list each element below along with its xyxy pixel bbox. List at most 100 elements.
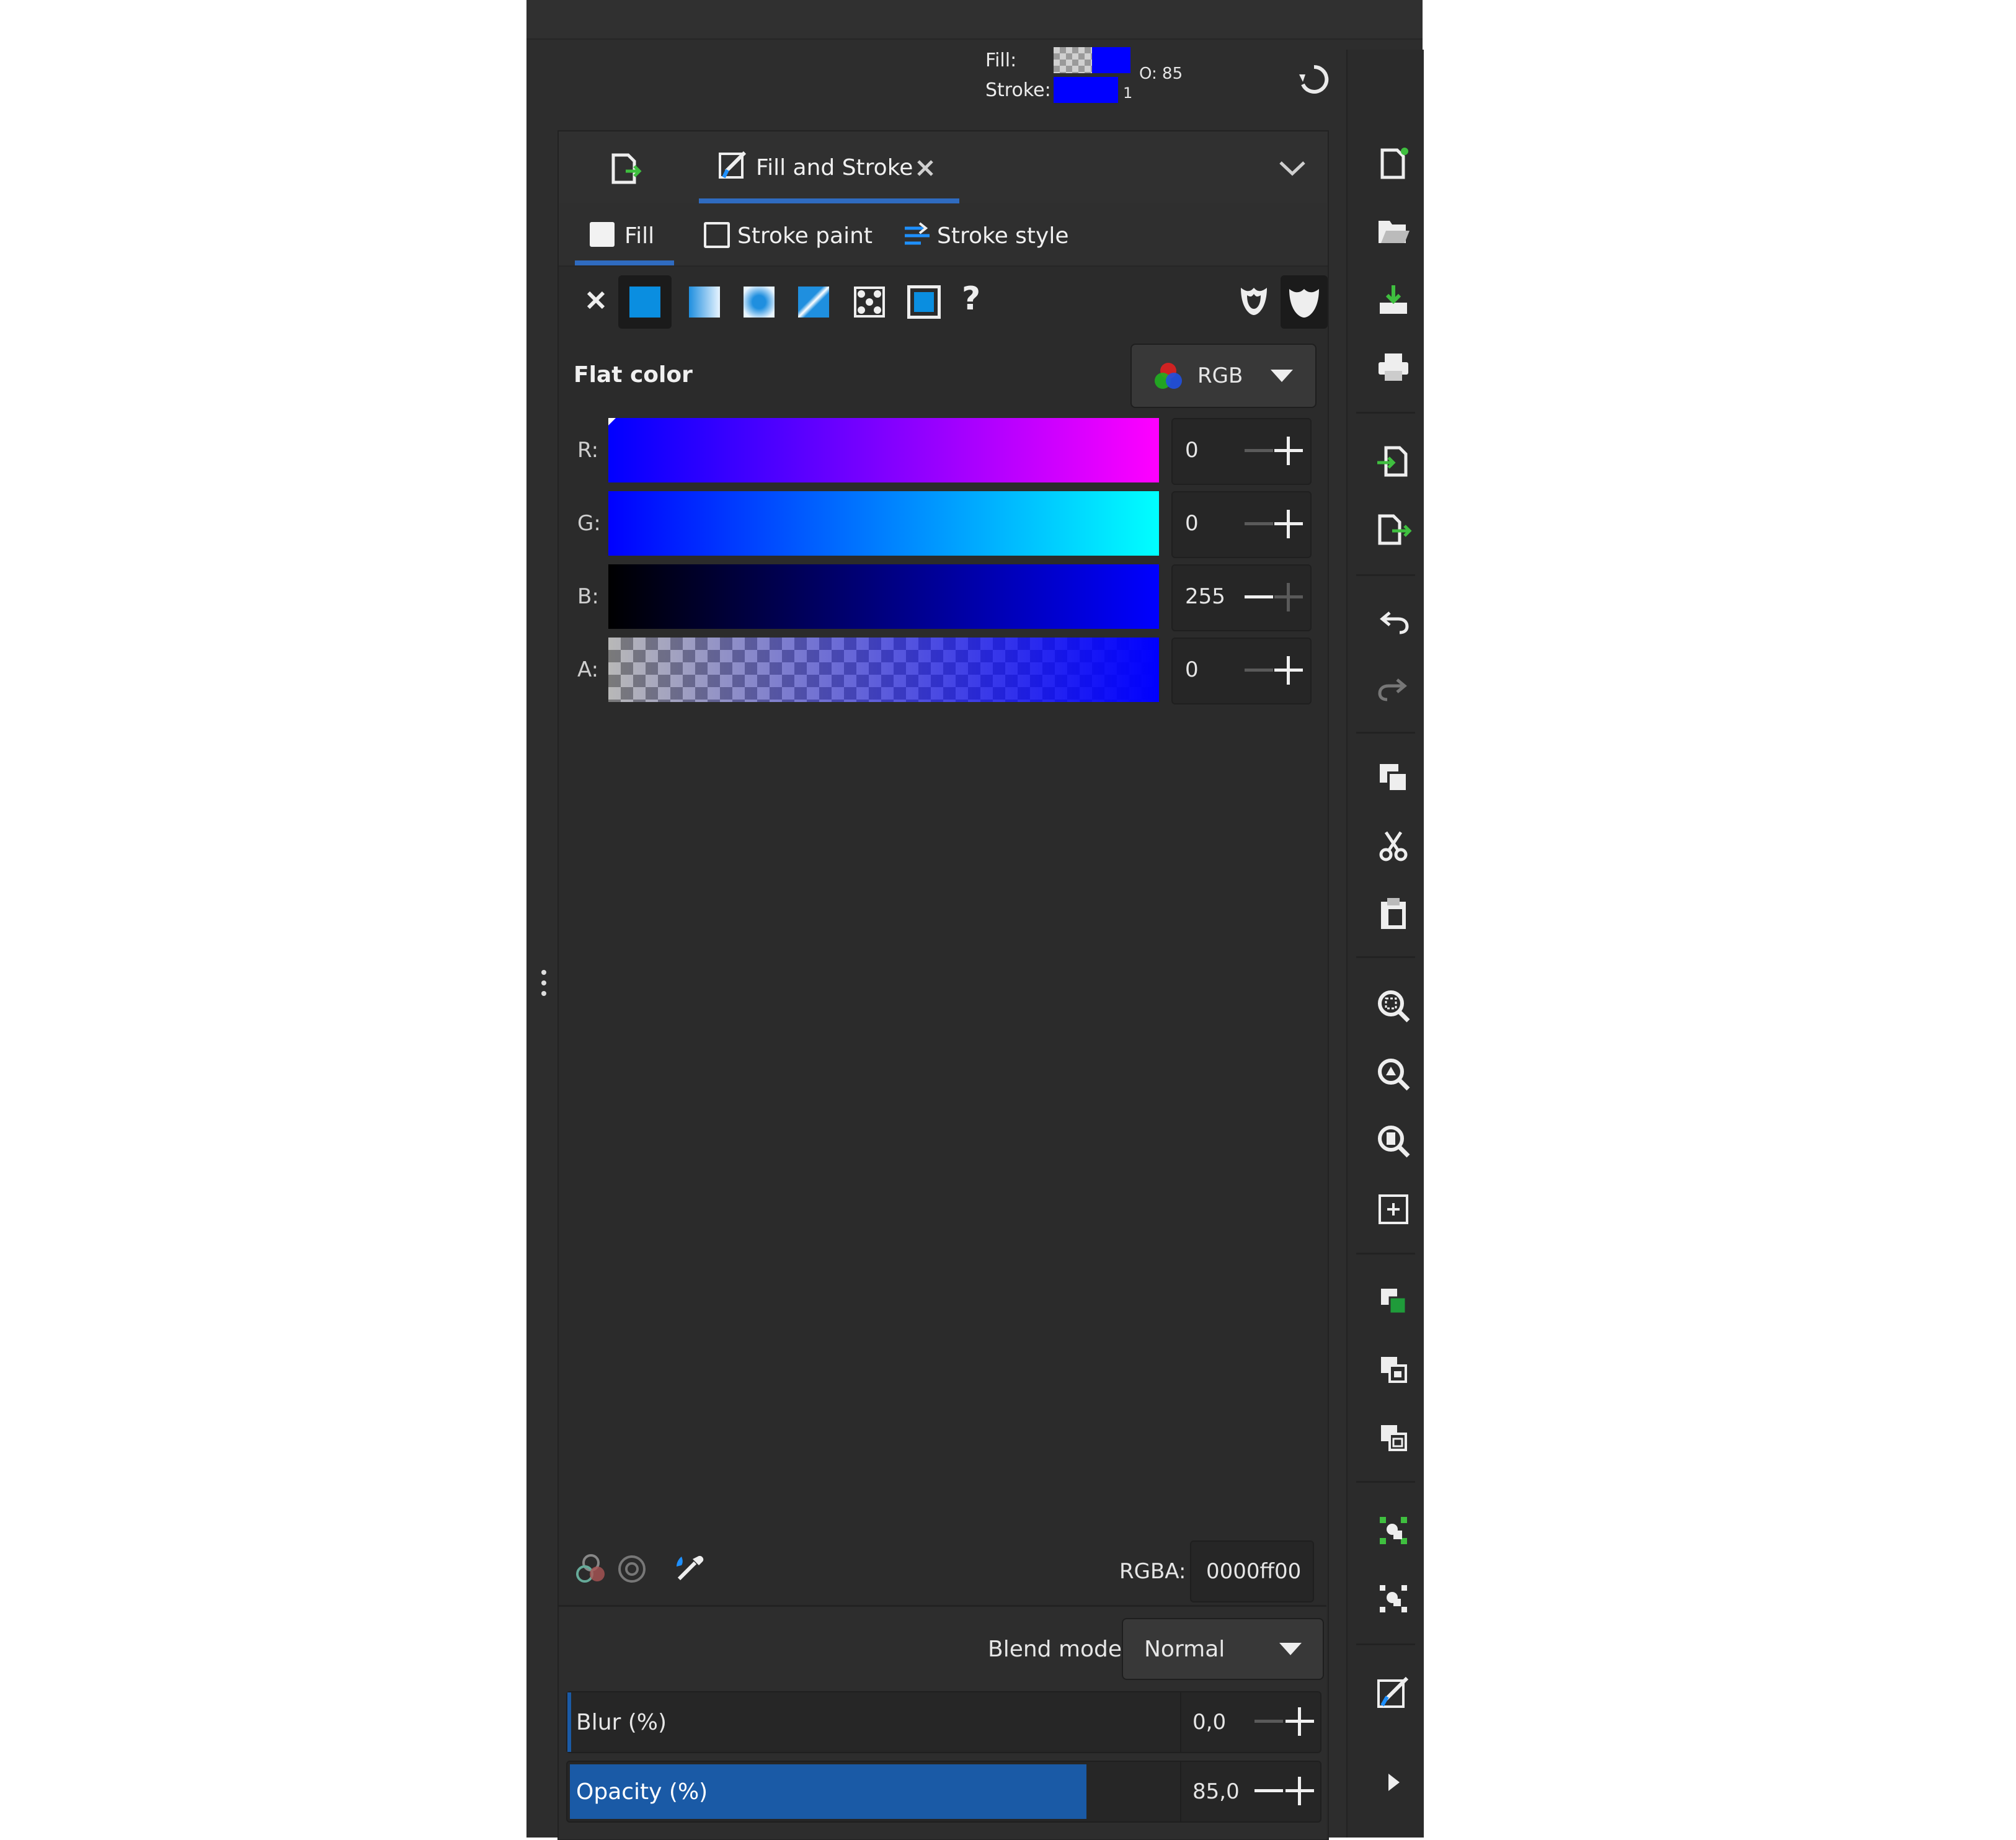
zoom-page-icon[interactable] <box>1374 1121 1413 1161</box>
close-tab-icon[interactable] <box>915 158 936 179</box>
unlink-clone-icon[interactable] <box>1374 1418 1413 1457</box>
clone-icon[interactable] <box>1374 1349 1413 1389</box>
g-slider[interactable] <box>608 491 1159 556</box>
dock-header: Fill and Stroke <box>559 131 1328 205</box>
channel-row-g: G: 0 <box>559 491 1328 558</box>
increment-button[interactable] <box>1272 580 1305 614</box>
radial-gradient-icon[interactable] <box>744 287 775 318</box>
ungroup-icon[interactable] <box>1374 1579 1413 1619</box>
blend-mode-select[interactable]: Normal <box>1122 1618 1324 1680</box>
stroke-width-indicator: 1 <box>1123 84 1133 102</box>
g-spinbutton[interactable]: 0 <box>1171 491 1312 558</box>
r-spinbutton[interactable]: 0 <box>1171 418 1312 485</box>
channel-row-r: R: 0 <box>559 418 1328 485</box>
a-spinbutton[interactable]: 0 <box>1171 638 1312 704</box>
document-save-icon[interactable] <box>1374 280 1413 320</box>
print-icon[interactable] <box>1374 347 1413 387</box>
tab-stroke-paint[interactable]: Stroke paint <box>699 203 879 265</box>
increment-button[interactable] <box>1272 507 1305 541</box>
fill-stroke-tab-icon <box>717 149 750 181</box>
zoom-selection-icon[interactable] <box>1374 986 1413 1026</box>
opacity-label: Opacity (%) <box>576 1779 708 1805</box>
blur-fill <box>567 1692 571 1752</box>
b-slider[interactable] <box>608 564 1159 629</box>
document-open-icon[interactable] <box>1374 212 1413 252</box>
rgba-entry[interactable]: 0000ff00 <box>1190 1540 1314 1602</box>
fill-rule-nonzero-icon[interactable] <box>1281 275 1328 329</box>
g-value: 0 <box>1185 511 1199 536</box>
expand-right-icon[interactable] <box>1374 1762 1413 1802</box>
opacity-row[interactable]: Opacity (%) 85,0 <box>566 1761 1321 1823</box>
decrement-button[interactable] <box>1242 507 1276 541</box>
decrement-button[interactable] <box>1242 434 1276 468</box>
color-picker-icon[interactable] <box>670 1550 708 1588</box>
paint-subtabs: Fill Stroke paint Stroke style <box>559 203 1328 267</box>
commands-bar <box>1346 50 1424 1838</box>
tab-stroke-style[interactable]: Stroke style <box>899 203 1078 265</box>
duplicate-icon[interactable] <box>1374 1281 1413 1321</box>
style-indicator[interactable]: Fill: Stroke: O: 85 1 <box>985 43 1196 105</box>
mesh-gradient-icon[interactable] <box>798 287 829 318</box>
rgb-color-wheel-icon <box>1152 360 1185 393</box>
tab-fill-and-stroke[interactable]: Fill and Stroke <box>699 131 959 203</box>
tab-title: Fill and Stroke <box>756 155 913 180</box>
unset-icon[interactable]: ? <box>962 280 989 318</box>
color-managed-icon[interactable] <box>574 1552 608 1586</box>
out-of-gamut-icon[interactable] <box>616 1553 648 1585</box>
chevron-down-icon[interactable] <box>1277 159 1308 177</box>
rotate-icon[interactable] <box>1295 61 1333 98</box>
a-slider[interactable] <box>608 638 1159 702</box>
color-mode-value: RGB <box>1197 363 1243 388</box>
redo-icon[interactable] <box>1374 669 1413 708</box>
undo-icon[interactable] <box>1374 602 1413 641</box>
composite-settings: Blend mode: Normal Blur (%) 0,0 Opacity … <box>559 1605 1326 1839</box>
decrement-button[interactable] <box>1242 654 1276 687</box>
flat-color-icon[interactable] <box>618 275 672 329</box>
dock-handle[interactable] <box>540 967 548 998</box>
b-spinbutton[interactable]: 255 <box>1171 564 1312 631</box>
stroke-swatch[interactable] <box>1054 77 1118 103</box>
stroke-paint-checkbox-icon <box>704 222 730 248</box>
divider <box>1356 956 1415 958</box>
channel-label-b: B: <box>577 584 599 609</box>
blur-row[interactable]: Blur (%) 0,0 <box>566 1691 1321 1753</box>
paste-icon[interactable] <box>1374 894 1413 934</box>
decrement-button[interactable] <box>1242 580 1276 614</box>
color-mode-select[interactable]: RGB <box>1130 344 1317 408</box>
increment-button[interactable] <box>1283 1705 1317 1738</box>
channel-row-a: A: 0 <box>559 638 1328 704</box>
divider <box>1356 1253 1415 1255</box>
tab-stroke-style-label: Stroke style <box>937 223 1069 249</box>
divider <box>1356 412 1415 414</box>
linear-gradient-icon[interactable] <box>689 287 720 318</box>
import-icon[interactable] <box>1374 442 1413 481</box>
fill-swatch[interactable] <box>1054 47 1130 73</box>
no-paint-icon[interactable] <box>582 287 610 314</box>
cut-icon[interactable] <box>1374 826 1413 866</box>
export-icon[interactable] <box>1374 510 1413 549</box>
zoom-drawing-icon[interactable] <box>1374 1054 1413 1094</box>
decrement-button[interactable] <box>1252 1774 1286 1808</box>
slider-marker <box>608 418 616 425</box>
fill-stroke-icon[interactable] <box>1374 1672 1413 1712</box>
decrement-button[interactable] <box>1252 1705 1286 1738</box>
divider <box>1356 574 1415 576</box>
increment-button[interactable] <box>1272 434 1305 468</box>
document-new-icon[interactable] <box>1374 144 1413 184</box>
group-icon[interactable] <box>1374 1511 1413 1550</box>
fill-rule-evenodd-icon[interactable] <box>1236 283 1272 319</box>
increment-button[interactable] <box>1272 654 1305 687</box>
rgba-value: 0000ff00 <box>1206 1559 1302 1584</box>
increment-button[interactable] <box>1283 1774 1317 1808</box>
a-value: 0 <box>1185 657 1199 682</box>
export-dialog-icon[interactable] <box>607 151 642 186</box>
zoom-center-icon[interactable] <box>1374 1189 1413 1229</box>
tab-fill-label: Fill <box>624 223 655 249</box>
tab-fill[interactable]: Fill <box>575 203 674 265</box>
divider <box>1180 1692 1181 1752</box>
pattern-icon[interactable] <box>853 285 886 319</box>
swatch-icon[interactable] <box>907 285 941 319</box>
r-value: 0 <box>1185 438 1199 463</box>
copy-icon[interactable] <box>1374 758 1413 798</box>
r-slider[interactable] <box>608 418 1159 482</box>
